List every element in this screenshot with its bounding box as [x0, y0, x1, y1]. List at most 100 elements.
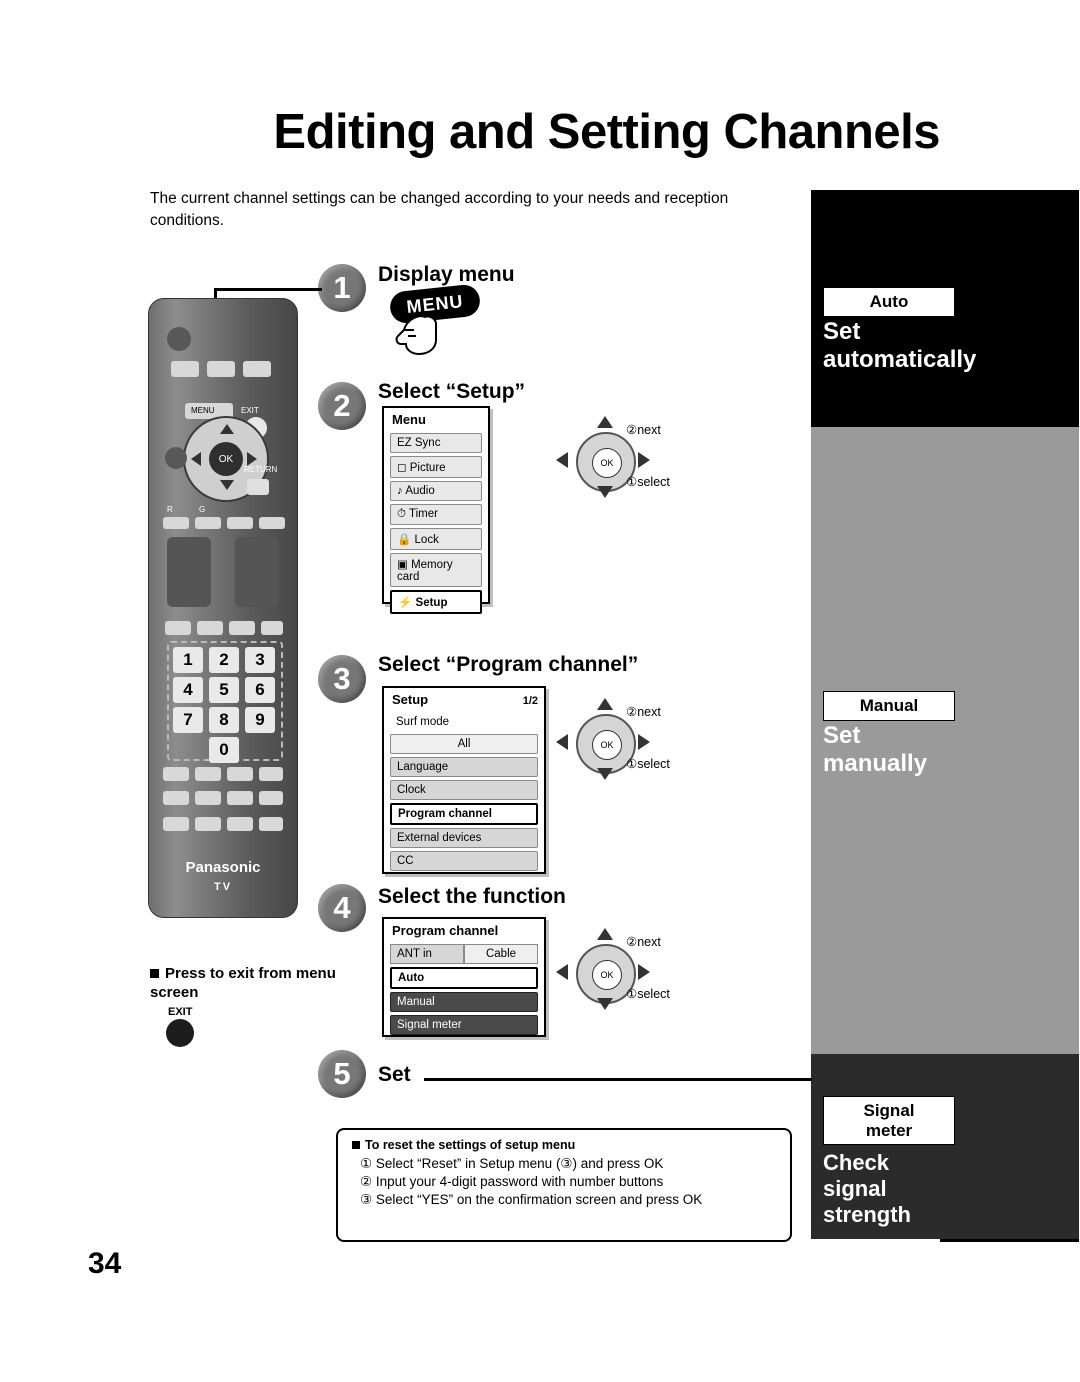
osd-setup-item-program-channel[interactable]: Program channel	[390, 803, 538, 825]
remote-button-d1[interactable]	[163, 791, 189, 805]
osd-program-item-signal-meter[interactable]: Signal meter	[390, 1015, 538, 1035]
osd-menu-title: Menu	[392, 412, 426, 427]
remote-pad-left[interactable]	[167, 537, 211, 607]
side-tab-auto: Auto Set automatically	[811, 192, 1079, 427]
remote-num-1[interactable]: 1	[173, 647, 203, 673]
bullet-square-icon-2	[352, 1141, 360, 1149]
remote-num-8[interactable]: 8	[209, 707, 239, 733]
power-button[interactable]	[167, 327, 191, 351]
osd-setup-page: 1/2	[522, 695, 538, 707]
dpad-down-icon[interactable]	[220, 480, 234, 490]
remote-button-e2[interactable]	[195, 817, 221, 831]
osd-menu-item-timer[interactable]: ⏱ Timer	[390, 504, 482, 525]
remote-button-e3[interactable]	[227, 817, 253, 831]
side-tab-auto-line1: Set	[823, 318, 861, 345]
osd-program-item-manual[interactable]: Manual	[390, 992, 538, 1012]
side-tab-auto-label: Auto	[823, 287, 955, 317]
osd-menu-item-setup[interactable]: ⚡ Setup	[390, 590, 482, 614]
remote-color-button-g[interactable]	[195, 517, 221, 529]
reset-note-line-2: ② Input your 4-digit password with numbe…	[360, 1174, 664, 1189]
osd-setup-item-cc[interactable]: CC	[390, 851, 538, 871]
nav-next-label-3: ②next	[626, 934, 661, 949]
remote-num-6[interactable]: 6	[245, 677, 275, 703]
numeric-keypad[interactable]: 1 2 3 4 5 6 7 8 9 0	[167, 641, 283, 763]
remote-button-e4[interactable]	[259, 817, 283, 831]
side-tab-signal: Signal meter Check signal strength	[811, 1054, 1079, 1239]
remote-color-button-y[interactable]	[227, 517, 253, 529]
remote-button-c1[interactable]	[163, 767, 189, 781]
remote-button-b3[interactable]	[229, 621, 255, 635]
remote-num-0[interactable]: 0	[209, 737, 239, 763]
osd-menu-item-setup-label: Setup	[415, 597, 448, 609]
osd-setup-item-surf-mode[interactable]: Surf mode	[390, 713, 538, 731]
osd-setup-item-clock[interactable]: Clock	[390, 780, 538, 800]
side-tab-manual-label: Manual	[823, 691, 955, 721]
osd-menu-item-memory-card[interactable]: ▣ Memory card	[390, 553, 482, 587]
remote-button-a1[interactable]	[171, 361, 199, 377]
remote-button-b2[interactable]	[197, 621, 223, 635]
osd-menu-item-audio-label: Audio	[405, 485, 435, 497]
side-tab-signal-label: Signal meter	[823, 1096, 955, 1146]
remote-num-9[interactable]: 9	[245, 707, 275, 733]
remote-r-label: R	[167, 505, 173, 514]
remote-num-5[interactable]: 5	[209, 677, 239, 703]
remote-button-a3[interactable]	[243, 361, 271, 377]
nav-ok-2[interactable]: OK	[592, 730, 622, 760]
osd-menu-item-audio[interactable]: ♪ Audio	[390, 481, 482, 501]
connector-step5	[424, 1078, 812, 1081]
step-4-number: 4	[318, 884, 366, 932]
osd-menu-item-lock[interactable]: 🔒 Lock	[390, 528, 482, 550]
remote-ok-button[interactable]: OK	[209, 442, 243, 476]
remote-button-a2[interactable]	[207, 361, 235, 377]
remote-pad-right[interactable]	[235, 537, 279, 607]
osd-program-ant-in-value[interactable]: Cable	[464, 944, 538, 964]
remote-button-b4[interactable]	[261, 621, 283, 635]
remote-button-d2[interactable]	[195, 791, 221, 805]
nav-down-icon-2	[597, 768, 613, 780]
reset-note-box: To reset the settings of setup menu ① Se…	[336, 1128, 792, 1242]
remote-button-d4[interactable]	[259, 791, 283, 805]
nav-left-icon-3	[556, 964, 568, 980]
osd-setup-item-all[interactable]: All	[390, 734, 538, 754]
osd-setup-item-language[interactable]: Language	[390, 757, 538, 777]
remote-button-b1[interactable]	[165, 621, 191, 635]
nav-right-icon-3	[638, 964, 650, 980]
remote-button-c4[interactable]	[259, 767, 283, 781]
nav-select-num-1: ①	[626, 475, 638, 489]
exit-button-icon[interactable]	[166, 1019, 194, 1047]
remote-button-c2[interactable]	[195, 767, 221, 781]
remote-return-button[interactable]	[247, 479, 269, 495]
nav-diagram-2: OK ②next ①select	[548, 694, 698, 789]
osd-menu-item-picture[interactable]: ◻ Picture	[390, 456, 482, 478]
remote-button-left-round[interactable]	[165, 447, 187, 469]
osd-menu-item-ez-sync[interactable]: EZ Sync	[390, 433, 482, 453]
exit-button-label: EXIT	[168, 1006, 193, 1018]
osd-program-item-auto[interactable]: Auto	[390, 967, 538, 989]
page-number: 34	[88, 1247, 122, 1280]
remote-num-4[interactable]: 4	[173, 677, 203, 703]
pointing-hand-icon	[395, 314, 437, 356]
side-tab-signal-line2: signal	[823, 1175, 887, 1201]
remote-color-button-b[interactable]	[259, 517, 285, 529]
remote-button-c3[interactable]	[227, 767, 253, 781]
remote-button-d3[interactable]	[227, 791, 253, 805]
exit-note: Press to exit from menu screen	[150, 965, 340, 1003]
nav-ok-1[interactable]: OK	[592, 448, 622, 478]
dpad-left-icon[interactable]	[191, 452, 201, 466]
remote-button-e1[interactable]	[163, 817, 189, 831]
setup-icon: ⚡	[398, 597, 413, 609]
remote-num-3[interactable]: 3	[245, 647, 275, 673]
dpad-up-icon[interactable]	[220, 424, 234, 434]
remote-num-2[interactable]: 2	[209, 647, 239, 673]
nav-next-text-3: next	[637, 935, 661, 949]
page-intro: The current channel settings can be chan…	[150, 190, 729, 230]
nav-select-text-1: select	[637, 475, 670, 489]
osd-setup-item-external-devices[interactable]: External devices	[390, 828, 538, 848]
dpad-right-icon[interactable]	[247, 452, 257, 466]
remote-num-7[interactable]: 7	[173, 707, 203, 733]
picture-icon: ◻	[397, 462, 407, 474]
nav-next-num-1: ②	[626, 423, 638, 437]
remote-color-button-r[interactable]	[163, 517, 189, 529]
nav-ok-3[interactable]: OK	[592, 960, 622, 990]
step-4-title: Select the function	[378, 885, 566, 908]
